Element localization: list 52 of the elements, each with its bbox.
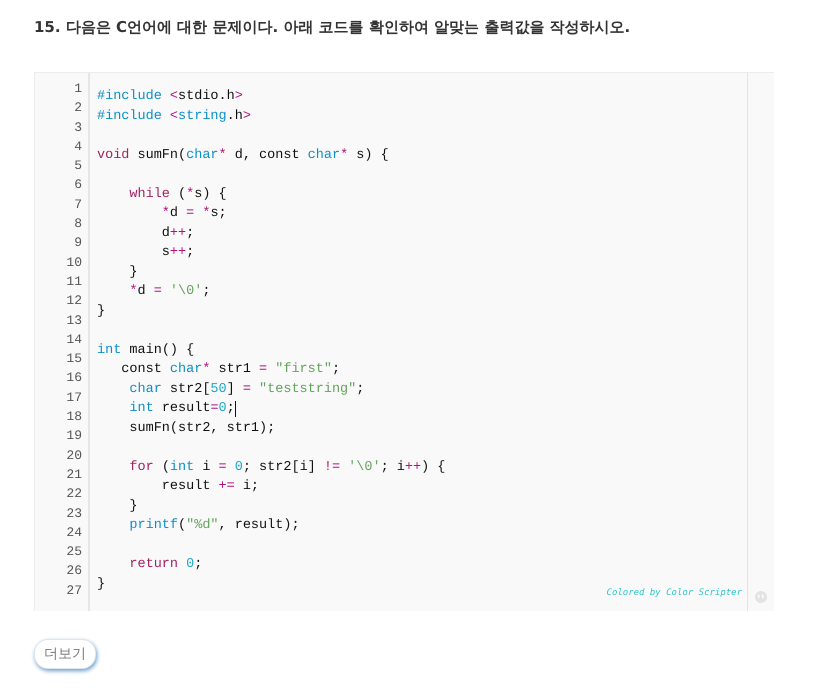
code-line: }: [97, 302, 106, 320]
code-line: }: [97, 576, 106, 594]
code-line: int result=0;: [128, 400, 235, 418]
line-number: 21: [65, 466, 83, 484]
line-number: 5: [73, 157, 83, 176]
line-number: 7: [73, 196, 83, 214]
logo-icon: [755, 591, 767, 603]
code-line: }: [128, 498, 138, 516]
code-line: s++;: [160, 244, 194, 262]
code-line: *d = '\0';: [128, 283, 210, 301]
code-line: #include <stdio.h>: [97, 88, 243, 106]
code-line: int main() {: [97, 342, 194, 360]
code-line: #include <string.h>: [97, 108, 251, 126]
code-line: char str2[50] = "teststring";: [128, 380, 364, 398]
line-number: 25: [65, 543, 83, 562]
line-number: 17: [65, 388, 83, 407]
line-number: 9: [73, 234, 83, 252]
line-number: 16: [65, 369, 83, 388]
line-number: 4: [73, 138, 83, 156]
line-number: 23: [65, 504, 83, 523]
line-number: 27: [65, 582, 83, 600]
code-line: printf("%d", result);: [128, 517, 300, 535]
code-line: void sumFn(char* d, const char* s) {: [97, 146, 389, 164]
code-line: result += i;: [160, 478, 260, 496]
line-number: 13: [65, 312, 83, 330]
question-title: 15. 다음은 C언어에 대한 문제이다. 아래 코드를 확인하여 알맞는 출력값을 작성하시오.: [34, 17, 632, 38]
line-number: 18: [65, 408, 83, 426]
code-line: while (*s) {: [128, 186, 227, 204]
code-line: }: [128, 264, 138, 282]
line-number: 6: [73, 176, 83, 194]
line-number: 1: [73, 80, 83, 98]
line-number: 15: [65, 350, 83, 368]
code-line: const char* str1 = "first";: [120, 361, 340, 379]
code-line: d++;: [160, 224, 194, 242]
code-line: *d = *s;: [160, 205, 227, 223]
code-line: sumFn(str2, str1);: [128, 420, 276, 438]
line-number: 12: [65, 292, 83, 310]
line-number: 14: [65, 330, 83, 349]
code-line: return 0;: [128, 556, 202, 574]
more-button[interactable]: 더보기: [34, 639, 96, 669]
line-number: 22: [65, 485, 83, 504]
code-line: for (int i = 0; str2[i] != '\0'; i++) {: [128, 458, 446, 476]
line-number: 24: [65, 524, 83, 542]
line-number: 2: [73, 99, 83, 118]
credit-text: Colored by Color Scripter: [606, 588, 742, 598]
line-number: 26: [65, 562, 83, 580]
line-number: 3: [73, 118, 83, 137]
line-number: 19: [65, 427, 83, 446]
line-number: 10: [65, 254, 83, 272]
line-number: 20: [65, 446, 83, 465]
line-number: 11: [65, 272, 83, 291]
line-number: 8: [73, 215, 83, 234]
